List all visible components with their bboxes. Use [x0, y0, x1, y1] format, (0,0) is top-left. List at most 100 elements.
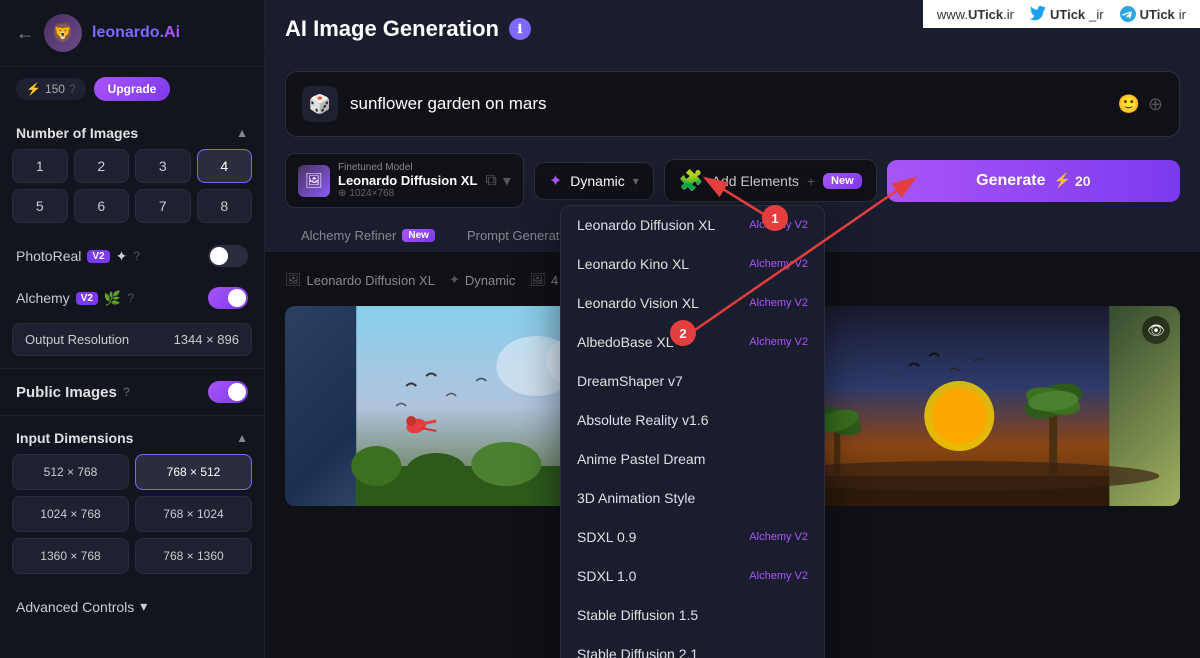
style-dropdown-arrow: ▾ — [633, 174, 639, 188]
num-btn-3[interactable]: 3 — [135, 149, 191, 183]
brand-name: leonardo.Ai — [92, 24, 180, 42]
model-thumbnail: 🖼 — [298, 165, 330, 197]
prompt-icon: 🎲 — [302, 86, 338, 122]
upgrade-button[interactable]: Upgrade — [94, 77, 171, 101]
input-dim-title: Input Dimensions — [16, 430, 133, 446]
alchemy-toggle[interactable] — [208, 287, 248, 309]
dropdown-item-sd15[interactable]: Stable Diffusion 1.5 — [561, 596, 824, 635]
alchemy-badge: V2 — [76, 292, 98, 305]
dim-1360x768[interactable]: 1360 × 768 — [12, 538, 129, 574]
input-dim-section-header[interactable]: Input Dimensions ▲ — [0, 416, 264, 454]
output-res-value: 1344 × 896 — [174, 332, 239, 347]
generate-cost: ⚡ 20 — [1054, 172, 1091, 189]
avatar: 🦁 — [44, 14, 82, 52]
watermark-bar: www.UTick.ir UTick_ir UTickir — [923, 0, 1200, 28]
model-copy-icon[interactable]: ⧉ — [485, 172, 496, 190]
photoreal-text: PhotoReal — [16, 248, 81, 264]
photoreal-row: PhotoReal V2 ✦ ? — [0, 235, 264, 277]
num-btn-5[interactable]: 5 — [12, 189, 68, 223]
num-images-chevron: ▲ — [236, 126, 248, 140]
model-info: Finetuned Model Leonardo Diffusion XL ⊕ … — [338, 162, 477, 199]
prompt-icon-extra[interactable]: ⊕ — [1148, 94, 1163, 115]
num-btn-8[interactable]: 8 — [197, 189, 253, 223]
dropdown-item-sdxl10[interactable]: SDXL 1.0 Alchemy V2 — [561, 557, 824, 596]
credits-help: ? — [69, 82, 76, 96]
meta-model: 🖼 Leonardo Diffusion XL — [285, 272, 435, 288]
num-btn-1[interactable]: 1 — [12, 149, 68, 183]
photoreal-label: PhotoReal V2 ✦ ? — [16, 248, 140, 265]
output-resolution: Output Resolution 1344 × 896 — [12, 323, 252, 356]
sidebar-header: ← 🦁 leonardo.Ai — [0, 0, 264, 67]
num-btn-2[interactable]: 2 — [74, 149, 130, 183]
num-btn-7[interactable]: 7 — [135, 189, 191, 223]
dim-512x768[interactable]: 512 × 768 — [12, 454, 129, 490]
photoreal-toggle[interactable] — [208, 245, 248, 267]
dropdown-item-anime[interactable]: Anime Pastel Dream — [561, 440, 824, 479]
add-elements-new-badge: New — [823, 173, 862, 189]
dim-1024x768[interactable]: 1024 × 768 — [12, 496, 129, 532]
alchemy-label: Alchemy V2 🌿 ? — [16, 290, 134, 307]
add-elements-button[interactable]: 🧩 Add Elements + New — [664, 159, 877, 202]
dropdown-item-albedo[interactable]: AlbedoBase XL Alchemy V2 — [561, 323, 824, 362]
input-dim-chevron: ▲ — [236, 431, 248, 445]
model-size: ⊕ 1024×768 — [338, 188, 477, 199]
num-images-grid: 1 2 3 4 5 6 7 8 — [0, 149, 264, 235]
prompt-input[interactable] — [350, 94, 1105, 114]
dropdown-item-lkxl[interactable]: Leonardo Kino XL Alchemy V2 — [561, 245, 824, 284]
num-btn-4[interactable]: 4 — [197, 149, 253, 183]
alchemy-help: ? — [127, 291, 134, 305]
photoreal-badge: V2 — [87, 250, 109, 263]
advanced-controls-button[interactable]: Advanced Controls ▾ — [0, 586, 264, 627]
info-icon: ℹ — [509, 18, 531, 40]
gen-cost-icon: ⚡ — [1054, 172, 1071, 189]
generate-button[interactable]: Generate ⚡ 20 — [887, 160, 1180, 202]
public-images-toggle[interactable] — [208, 381, 248, 403]
num-btn-6[interactable]: 6 — [74, 189, 130, 223]
meta-count-value: 4 — [551, 273, 558, 288]
eye-icon-2[interactable]: 👁 — [1142, 316, 1170, 344]
credits-badge: ⚡ 150 ? — [16, 78, 86, 100]
meta-style-name: Dynamic — [465, 273, 516, 288]
meta-style: ✦ Dynamic — [449, 272, 515, 288]
lightning-icon: ⚡ — [26, 82, 41, 96]
alchemy-text: Alchemy — [16, 290, 70, 306]
model-dropdown: Leonardo Diffusion XL Alchemy V2 Leonard… — [560, 205, 825, 658]
generate-label: Generate — [976, 172, 1045, 190]
dim-768x1024[interactable]: 768 × 1024 — [135, 496, 252, 532]
dropdown-item-absolute[interactable]: Absolute Reality v1.6 — [561, 401, 824, 440]
public-images-label: Public Images ? — [16, 384, 130, 401]
num-images-section-header[interactable]: Number of Images ▲ — [0, 111, 264, 149]
meta-model-name: Leonardo Diffusion XL — [307, 273, 435, 288]
watermark-twitter: UTick_ir — [1030, 6, 1104, 22]
photoreal-help: ? — [133, 249, 140, 263]
credits-value: 150 — [45, 82, 65, 96]
model-name: Leonardo Diffusion XL — [338, 173, 477, 188]
watermark-url: www.UTick.ir — [937, 7, 1014, 22]
input-dimensions: 512 × 768 768 × 512 1024 × 768 768 × 102… — [0, 454, 264, 586]
dropdown-item-sdxl09[interactable]: SDXL 0.9 Alchemy V2 — [561, 518, 824, 557]
back-icon[interactable]: ← — [16, 23, 34, 44]
tab-alchemy-refiner[interactable]: Alchemy Refiner New — [285, 220, 451, 251]
dropdown-item-lvxl[interactable]: Leonardo Vision XL Alchemy V2 — [561, 284, 824, 323]
prompt-icon-smiley[interactable]: 🙂 — [1117, 94, 1139, 115]
model-dropdown-icon[interactable]: ▾ — [503, 171, 511, 191]
output-res-label: Output Resolution — [25, 332, 129, 347]
dropdown-item-dreamshaper[interactable]: DreamShaper v7 — [561, 362, 824, 401]
advanced-controls-label: Advanced Controls — [16, 599, 134, 615]
dim-768x1360[interactable]: 768 × 1360 — [135, 538, 252, 574]
tab-alchemy-badge: New — [402, 229, 435, 242]
dim-768x512[interactable]: 768 × 512 — [135, 454, 252, 490]
alchemy-row: Alchemy V2 🌿 ? — [0, 277, 264, 319]
add-elements-label: Add Elements — [712, 173, 799, 189]
advanced-chevron-icon: ▾ — [140, 598, 147, 615]
style-selector[interactable]: ✦ Dynamic ▾ — [534, 162, 654, 200]
public-images-section: Public Images ? — [0, 368, 264, 416]
dropdown-item-3d[interactable]: 3D Animation Style — [561, 479, 824, 518]
add-elements-icon: 🧩 — [679, 168, 704, 193]
dropdown-item-ldxl[interactable]: Leonardo Diffusion XL Alchemy V2 — [561, 206, 824, 245]
alchemy-star: 🌿 — [104, 290, 121, 307]
model-selector[interactable]: 🖼 Finetuned Model Leonardo Diffusion XL … — [285, 153, 524, 208]
dropdown-item-sd21[interactable]: Stable Diffusion 2.1 — [561, 635, 824, 658]
main-content: www.UTick.ir UTick_ir UTickir AI Image G… — [265, 0, 1200, 658]
sidebar: ← 🦁 leonardo.Ai ⚡ 150 ? Upgrade Number o… — [0, 0, 265, 658]
